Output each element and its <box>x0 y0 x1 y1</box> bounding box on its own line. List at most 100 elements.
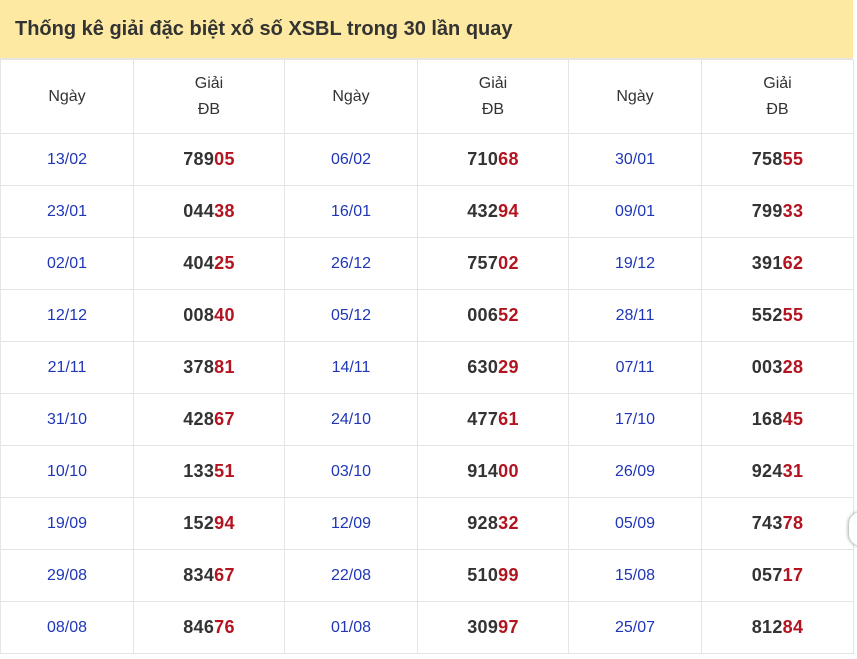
prize-number-tail: 68 <box>498 149 519 169</box>
prize-number-tail: 76 <box>214 617 235 637</box>
prize-number-tail: 78 <box>782 513 804 533</box>
prize-number-head: 630 <box>467 357 499 377</box>
draw-date-cell: 03/10 <box>284 445 418 498</box>
column-header-date: Ngày <box>568 59 702 134</box>
draw-date-cell: 26/09 <box>568 445 702 498</box>
prize-number-head: 510 <box>467 565 499 585</box>
draw-date-cell: 24/10 <box>284 393 418 446</box>
special-prize-cell: 00652 <box>417 289 569 342</box>
draw-date-cell: 19/09 <box>0 497 134 550</box>
draw-date-cell: 23/01 <box>0 185 134 238</box>
prize-number-tail: 84 <box>782 617 804 637</box>
special-prize-cell: 75855 <box>701 133 854 186</box>
prize-number-head: 928 <box>467 513 499 533</box>
table-row: 02/01 40425 26/12 75702 19/12 39162 <box>0 237 854 290</box>
draw-date-cell: 19/12 <box>568 237 702 290</box>
special-prize-cell: 05717 <box>701 549 854 602</box>
special-prize-cell: 51099 <box>417 549 569 602</box>
special-prize-cell: 47761 <box>417 393 569 446</box>
special-prize-cell: 55255 <box>701 289 854 342</box>
prize-number-head: 846 <box>183 617 215 637</box>
prize-number-head: 757 <box>467 253 499 273</box>
special-prize-cell: 92431 <box>701 445 854 498</box>
special-prize-cell: 92832 <box>417 497 569 550</box>
table-header-row: Ngày Giải ĐB Ngày Giải ĐB Ngày Giải ĐB <box>0 59 854 134</box>
prize-number-head: 378 <box>183 357 215 377</box>
xsbl-stats-panel: Thống kê giải đặc biệt xổ số XSBL trong … <box>0 0 854 659</box>
prize-number-head: 552 <box>751 305 783 325</box>
special-prize-cell: 71068 <box>417 133 569 186</box>
draw-date-cell: 16/01 <box>284 185 418 238</box>
draw-date-cell: 31/10 <box>0 393 134 446</box>
special-prize-cell: 74378 <box>701 497 854 550</box>
special-prize-cell: 13351 <box>133 445 285 498</box>
table-row: 12/12 00840 05/12 00652 28/11 55255 <box>0 289 854 342</box>
prize-number-tail: 00 <box>498 461 519 481</box>
special-prize-cell: 63029 <box>417 341 569 394</box>
draw-date-cell: 05/12 <box>284 289 418 342</box>
prize-number-tail: 94 <box>214 513 235 533</box>
special-prize-cell: 15294 <box>133 497 285 550</box>
draw-date-cell: 12/09 <box>284 497 418 550</box>
special-prize-cell: 04438 <box>133 185 285 238</box>
table-row: 08/08 84676 01/08 30997 25/07 81284 <box>0 601 854 654</box>
draw-date-cell: 21/11 <box>0 341 134 394</box>
prize-number-head: 799 <box>751 201 783 221</box>
prize-number-tail: 25 <box>214 253 235 273</box>
prize-number-head: 743 <box>751 513 783 533</box>
prize-number-head: 477 <box>467 409 499 429</box>
special-prize-cell: 75702 <box>417 237 569 290</box>
table-row: 23/01 04438 16/01 43294 09/01 79933 <box>0 185 854 238</box>
prize-number-tail: 28 <box>782 357 804 377</box>
draw-date-cell: 30/01 <box>568 133 702 186</box>
prize-number-tail: 62 <box>782 253 804 273</box>
prize-number-tail: 94 <box>498 201 519 221</box>
prize-number-head: 152 <box>183 513 215 533</box>
draw-date-cell: 06/02 <box>284 133 418 186</box>
prize-number-tail: 31 <box>782 461 804 481</box>
title-bar: Thống kê giải đặc biệt xổ số XSBL trong … <box>0 0 853 59</box>
draw-date-cell: 05/09 <box>568 497 702 550</box>
special-prize-cell: 39162 <box>701 237 854 290</box>
page-title: Thống kê giải đặc biệt xổ số XSBL trong … <box>15 17 513 40</box>
prize-number-tail: 55 <box>782 149 804 169</box>
draw-date-cell: 12/12 <box>0 289 134 342</box>
prize-number-head: 758 <box>751 149 783 169</box>
special-prize-cell: 37881 <box>133 341 285 394</box>
prize-number-tail: 67 <box>214 565 235 585</box>
prize-number-tail: 51 <box>214 461 235 481</box>
prize-number-tail: 32 <box>498 513 519 533</box>
table-row: 10/10 13351 03/10 91400 26/09 92431 <box>0 445 854 498</box>
prize-number-tail: 45 <box>782 409 804 429</box>
prize-number-head: 789 <box>183 149 215 169</box>
prize-number-tail: 55 <box>782 305 804 325</box>
prize-number-tail: 38 <box>214 201 235 221</box>
prize-number-head: 006 <box>467 305 499 325</box>
prize-number-head: 057 <box>751 565 783 585</box>
prize-number-tail: 40 <box>214 305 235 325</box>
prize-number-head: 914 <box>467 461 499 481</box>
prize-number-tail: 52 <box>498 305 519 325</box>
special-prize-cell: 84676 <box>133 601 285 654</box>
table-row: 29/08 83467 22/08 51099 15/08 05717 <box>0 549 854 602</box>
special-prize-cell: 40425 <box>133 237 285 290</box>
special-prize-cell: 91400 <box>417 445 569 498</box>
prize-number-tail: 05 <box>214 149 235 169</box>
column-header-prize: Giải ĐB <box>133 59 285 134</box>
draw-date-cell: 14/11 <box>284 341 418 394</box>
scroll-handle[interactable] <box>849 512 857 546</box>
prize-number-tail: 61 <box>498 409 519 429</box>
prize-number-head: 133 <box>183 461 215 481</box>
prize-number-head: 168 <box>751 409 783 429</box>
draw-date-cell: 28/11 <box>568 289 702 342</box>
prize-number-tail: 99 <box>498 565 519 585</box>
special-prize-cell: 81284 <box>701 601 854 654</box>
column-header-prize: Giải ĐB <box>701 59 854 134</box>
table-row: 19/09 15294 12/09 92832 05/09 74378 <box>0 497 854 550</box>
column-header-prize: Giải ĐB <box>417 59 569 134</box>
prize-number-tail: 81 <box>214 357 235 377</box>
prize-number-head: 404 <box>183 253 215 273</box>
draw-date-cell: 09/01 <box>568 185 702 238</box>
draw-date-cell: 26/12 <box>284 237 418 290</box>
column-header-date: Ngày <box>284 59 418 134</box>
